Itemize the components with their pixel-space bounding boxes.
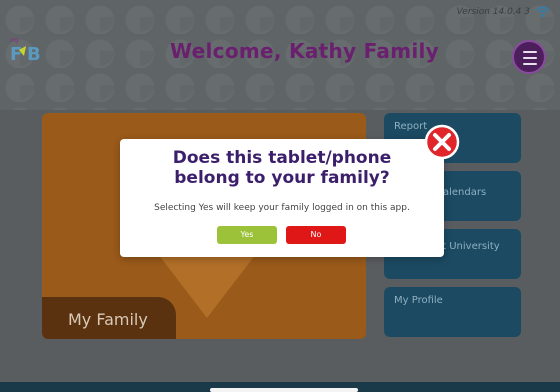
close-x-icon[interactable] bbox=[424, 124, 460, 160]
dialog-title: Does this tablet/phone belong to your fa… bbox=[120, 148, 444, 188]
dialog-message: Selecting Yes will keep your family logg… bbox=[154, 203, 410, 213]
family-device-dialog: Does this tablet/phone belong to your fa… bbox=[120, 139, 444, 257]
modal-overlay: Does this tablet/phone belong to your fa… bbox=[0, 0, 560, 392]
dialog-title-line1: Does this tablet/phone bbox=[172, 148, 392, 168]
dialog-title-line2: belong to your family? bbox=[174, 168, 390, 188]
yes-button[interactable]: Yes bbox=[217, 226, 277, 244]
no-button[interactable]: No bbox=[286, 226, 346, 244]
